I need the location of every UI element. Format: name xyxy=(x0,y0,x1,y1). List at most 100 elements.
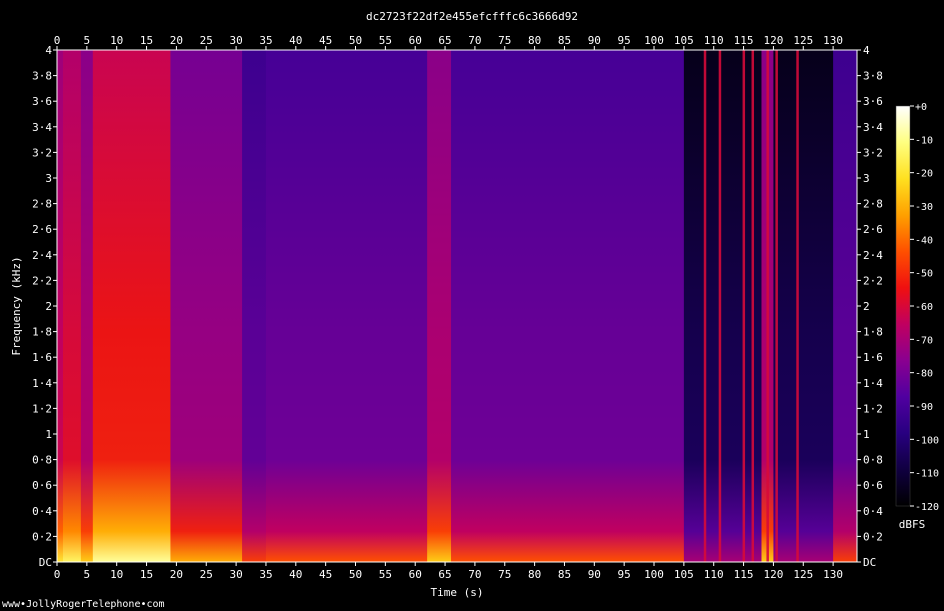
colorbar-tick-label: -20 xyxy=(915,169,933,180)
y-tick-label: 0·2 xyxy=(32,530,52,543)
y-tick-label: 3·6 xyxy=(863,95,883,108)
spectral-spike xyxy=(718,50,722,562)
x-tick-label: 15 xyxy=(140,34,153,47)
spectral-spike xyxy=(703,50,707,562)
spectrogram-segment xyxy=(265,50,428,562)
y-tick-label: 2·2 xyxy=(863,274,883,287)
x-tick-label: 60 xyxy=(409,568,422,581)
x-tick-label: 110 xyxy=(704,568,724,581)
x-tick-label: 50 xyxy=(349,34,362,47)
x-tick-label: 20 xyxy=(170,568,183,581)
x-tick-label: 105 xyxy=(674,34,694,47)
x-tick-label: 30 xyxy=(229,34,242,47)
colorbar-tick-label: +0 xyxy=(915,102,927,113)
y-tick-label: 0·6 xyxy=(863,479,883,492)
colorbar-ticks: +0 -10 -20 -30 -40 -50 -60 -70 -80 -90 -100 -110 -12… xyxy=(910,102,939,513)
y-tick-label: 1 xyxy=(45,428,52,441)
x-axis-label: Time (s) xyxy=(431,586,484,599)
x-tick-label: 100 xyxy=(644,34,664,47)
spectrogram-segment xyxy=(427,50,452,562)
x-tick-label: 125 xyxy=(793,34,813,47)
x-tick-label: 115 xyxy=(734,568,754,581)
y-tick-label: DC xyxy=(863,556,876,569)
colorbar-label: dBFS xyxy=(899,518,926,531)
x-tick-label: 80 xyxy=(528,568,541,581)
x-tick-label: 45 xyxy=(319,568,332,581)
x-tick-label: 80 xyxy=(528,34,541,47)
spectrogram-segment xyxy=(92,50,171,562)
colorbar-tick-label: -110 xyxy=(915,469,939,480)
y-axis-label: Frequency (kHz) xyxy=(10,256,23,355)
spectral-spike xyxy=(766,50,769,562)
spectrogram-figure: dc2723f22df2e455efcfffc6c3666d92 0 5 10 15 2… xyxy=(2,10,939,610)
spectrogram-segment xyxy=(242,50,267,562)
y-tick-label: 0·6 xyxy=(32,479,52,492)
x-tick-label: 60 xyxy=(409,34,422,47)
spectral-spike xyxy=(742,50,746,562)
y-tick-label: 2 xyxy=(45,300,52,313)
x-tick-label: 30 xyxy=(229,568,242,581)
y-tick-label: 3 xyxy=(45,172,52,185)
x-tick-label: 105 xyxy=(674,568,694,581)
colorbar-tick-label: -100 xyxy=(915,435,939,446)
x-tick-label: 25 xyxy=(200,568,213,581)
x-tick-label: 5 xyxy=(84,568,91,581)
colorbar-tick-label: -120 xyxy=(915,502,939,513)
colorbar xyxy=(895,105,911,507)
x-tick-label: 40 xyxy=(289,568,302,581)
colorbar-tick-label: -90 xyxy=(915,402,933,413)
x-tick-label: 0 xyxy=(54,34,61,47)
spectral-spike xyxy=(796,50,799,562)
x-tick-label: 35 xyxy=(259,34,272,47)
y-tick-label: 3·4 xyxy=(32,121,52,134)
y-tick-label: 2·4 xyxy=(32,249,52,262)
x-tick-label: 55 xyxy=(379,568,392,581)
colorbar-tick-label: -60 xyxy=(915,302,933,313)
x-tick-label: 120 xyxy=(763,568,783,581)
y-tick-label: 3·8 xyxy=(863,70,883,83)
x-tick-label: 100 xyxy=(644,568,664,581)
x-tick-label: 90 xyxy=(588,568,601,581)
x-tick-label: 70 xyxy=(468,34,481,47)
y-tick-label: 1·2 xyxy=(863,402,883,415)
y-tick-label: DC xyxy=(39,556,52,569)
y-tick-label: 0·8 xyxy=(32,454,52,467)
x-tick-label: 20 xyxy=(170,34,183,47)
spectrogram-segment xyxy=(683,50,762,562)
y-tick-label: 1·8 xyxy=(863,326,883,339)
x-axis-bottom: 0 5 10 15 20 25 30 35 40 45 50 55 60 65 70 75 80 85 90 95 10… xyxy=(54,562,843,581)
x-tick-label: 70 xyxy=(468,568,481,581)
x-tick-label: 10 xyxy=(110,568,123,581)
spectrogram-segment xyxy=(773,50,834,562)
colorbar-tick-label: -50 xyxy=(915,269,933,280)
spectrogram-segment xyxy=(62,50,82,562)
x-axis-top: 0 5 10 15 20 25 30 35 40 45 50 55 60 65 70 75 80 85 90 95 10… xyxy=(54,34,843,50)
y-tick-label: 2·6 xyxy=(32,223,52,236)
x-tick-label: 65 xyxy=(438,34,451,47)
spectrogram-plot xyxy=(57,50,857,562)
y-tick-label: 1·4 xyxy=(32,377,52,390)
x-tick-label: 130 xyxy=(823,34,843,47)
chart-title: dc2723f22df2e455efcfffc6c3666d92 xyxy=(366,10,578,23)
y-axis-left: DC 0·2 0·4 0·6 0·8 1 1·2 1·4 1·6 1·8 2 2·2 2·4 2·6 2·8… xyxy=(32,44,57,569)
x-tick-label: 50 xyxy=(349,568,362,581)
x-tick-label: 95 xyxy=(618,34,631,47)
x-tick-label: 15 xyxy=(140,568,153,581)
x-tick-label: 0 xyxy=(54,568,61,581)
x-tick-label: 85 xyxy=(558,568,571,581)
x-tick-label: 10 xyxy=(110,34,123,47)
colorbar-tick-label: -10 xyxy=(915,135,933,146)
y-tick-label: 2·2 xyxy=(32,274,52,287)
y-tick-label: 2·8 xyxy=(32,198,52,211)
spectrogram-segment xyxy=(170,50,243,562)
colorbar-tick-label: -80 xyxy=(915,369,933,380)
y-tick-label: 2·6 xyxy=(863,223,883,236)
y-tick-label: 2·8 xyxy=(863,198,883,211)
y-tick-label: 0·8 xyxy=(863,454,883,467)
x-tick-label: 90 xyxy=(588,34,601,47)
y-tick-label: 1·4 xyxy=(863,377,883,390)
x-tick-label: 45 xyxy=(319,34,332,47)
spectrogram-segment xyxy=(57,50,64,562)
x-tick-label: 130 xyxy=(823,568,843,581)
spectral-spike xyxy=(775,50,778,562)
